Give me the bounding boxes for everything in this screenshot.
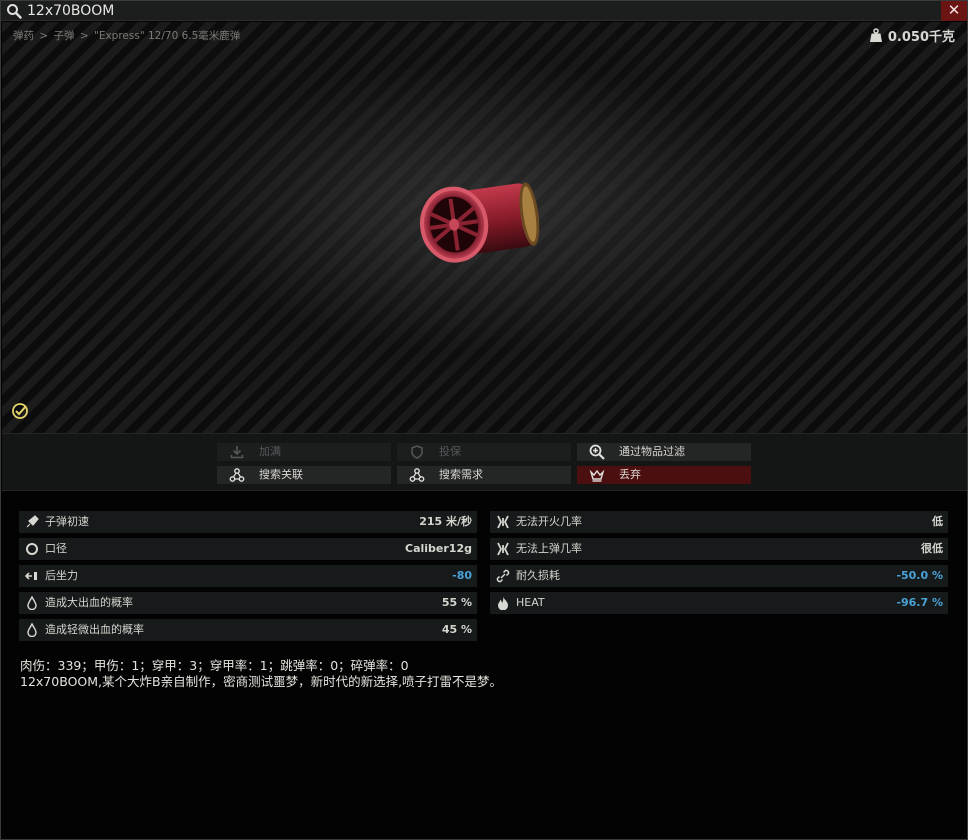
found-in-raid-check-icon (12, 403, 28, 419)
blood-drop-icon (27, 623, 37, 637)
stat-row: 子弹初速 215 米/秒 (19, 511, 477, 533)
blood-drop-icon (27, 596, 37, 610)
stat-label: 无法开火几率 (516, 515, 582, 528)
breadcrumb-item-current: "Express" 12/70 6.5毫米鹿弹 (94, 30, 241, 42)
recoil-icon (25, 572, 37, 580)
weight-value: 0.050千克 (887, 30, 955, 45)
stat-value: -80 (452, 569, 472, 582)
breadcrumb-separator: > (39, 30, 49, 42)
stat-label: 耐久损耗 (516, 569, 560, 582)
stat-label: 后坐力 (45, 569, 78, 582)
discard-icon (589, 469, 605, 482)
stat-value: -96.7 % (896, 596, 943, 609)
item-preview: 弹药 > 子弹 > "Express" 12/70 6.5毫米鹿弹 0.050千… (2, 22, 967, 433)
caliber-icon (26, 543, 38, 555)
filter-by-item-label: 通过物品过滤 (619, 445, 685, 458)
search-icon (7, 4, 22, 19)
stat-label: 无法上弹几率 (516, 542, 582, 555)
download-icon (230, 446, 244, 459)
misfire-icon (497, 515, 509, 529)
search-required-label: 搜索需求 (439, 468, 483, 481)
stat-value: 低 (932, 515, 943, 528)
insure-label: 投保 (439, 445, 461, 458)
item-description: 肉伤：339；甲伤：1；穿甲：3；穿甲率：1；跳弹率：0；碎弹率：0 12x70B… (20, 658, 502, 690)
item-weight: 0.050千克 (869, 26, 955, 45)
linked-nodes-icon (229, 468, 245, 482)
breadcrumb-separator: > (79, 30, 89, 42)
add-fill-label: 加满 (259, 445, 281, 458)
stat-row: 造成轻微出血的概率 45 % (19, 619, 477, 641)
stat-label: 子弹初速 (45, 515, 89, 528)
zoom-in-icon (589, 444, 605, 460)
stat-label: 造成轻微出血的概率 (45, 623, 144, 636)
discard-button[interactable]: 丢弃 (577, 466, 751, 484)
search-linked-button[interactable]: 搜索关联 (217, 466, 391, 484)
search-linked-label: 搜索关联 (259, 468, 303, 481)
stat-row: 后坐力 -80 (19, 565, 477, 587)
stat-value: 215 米/秒 (419, 515, 472, 528)
search-required-button[interactable]: 搜索需求 (397, 466, 571, 484)
heat-icon (498, 597, 508, 610)
stat-value: 很低 (921, 542, 943, 555)
discard-label: 丢弃 (619, 468, 641, 481)
stat-row: 无法开火几率 低 (490, 511, 948, 533)
window-title: 12x70BOOM (27, 3, 115, 19)
stat-row: 无法上弹几率 很低 (490, 538, 948, 560)
stat-value: 45 % (441, 623, 472, 636)
stat-value: Caliber12g (405, 542, 472, 555)
description-text-line: 12x70BOOM,某个大炸B亲自制作，密商测试噩梦，新时代的新选择,喷子打雷不… (20, 674, 503, 689)
stat-label: 造成大出血的概率 (45, 596, 133, 609)
stat-value: 55 % (441, 596, 472, 609)
linked-nodes-icon (409, 468, 425, 482)
close-button[interactable]: ✕ (941, 1, 967, 21)
title-bar[interactable]: 12x70BOOM ✕ (1, 1, 967, 21)
description-stats-line: 肉伤：339；甲伤：1；穿甲：3；穿甲率：1；跳弹率：0；碎弹率：0 (20, 658, 409, 673)
stat-row: 耐久损耗 -50.0 % (490, 565, 948, 587)
bullet-speed-icon (26, 515, 39, 528)
shotgun-shell-image (420, 182, 540, 263)
stat-row: HEAT -96.7 % (490, 592, 948, 614)
stat-row: 造成大出血的概率 55 % (19, 592, 477, 614)
breadcrumb-item-ammo[interactable]: 弹药 (13, 30, 34, 42)
durability-icon (496, 569, 510, 583)
insure-button[interactable]: 投保 (397, 443, 571, 461)
item-inspect-window: 12x70BOOM ✕ 弹药 > 子弹 > "Express" 12/70 6.… (0, 0, 968, 840)
breadcrumb: 弹药 > 子弹 > "Express" 12/70 6.5毫米鹿弹 (13, 28, 242, 43)
action-bar: 加满 投保 通过物品过滤 搜索关联 搜索需求 丢弃 (2, 433, 967, 491)
stat-value: -50.0 % (896, 569, 943, 582)
add-fill-button[interactable]: 加满 (217, 443, 391, 461)
failure-to-feed-icon (497, 542, 509, 556)
stat-row: 口径 Caliber12g (19, 538, 477, 560)
stat-label: 口径 (45, 542, 67, 555)
weight-icon (869, 28, 882, 42)
breadcrumb-item-rounds[interactable]: 子弹 (54, 30, 75, 42)
shield-icon (411, 445, 423, 459)
filter-by-item-button[interactable]: 通过物品过滤 (577, 443, 751, 461)
stat-label: HEAT (516, 596, 545, 609)
